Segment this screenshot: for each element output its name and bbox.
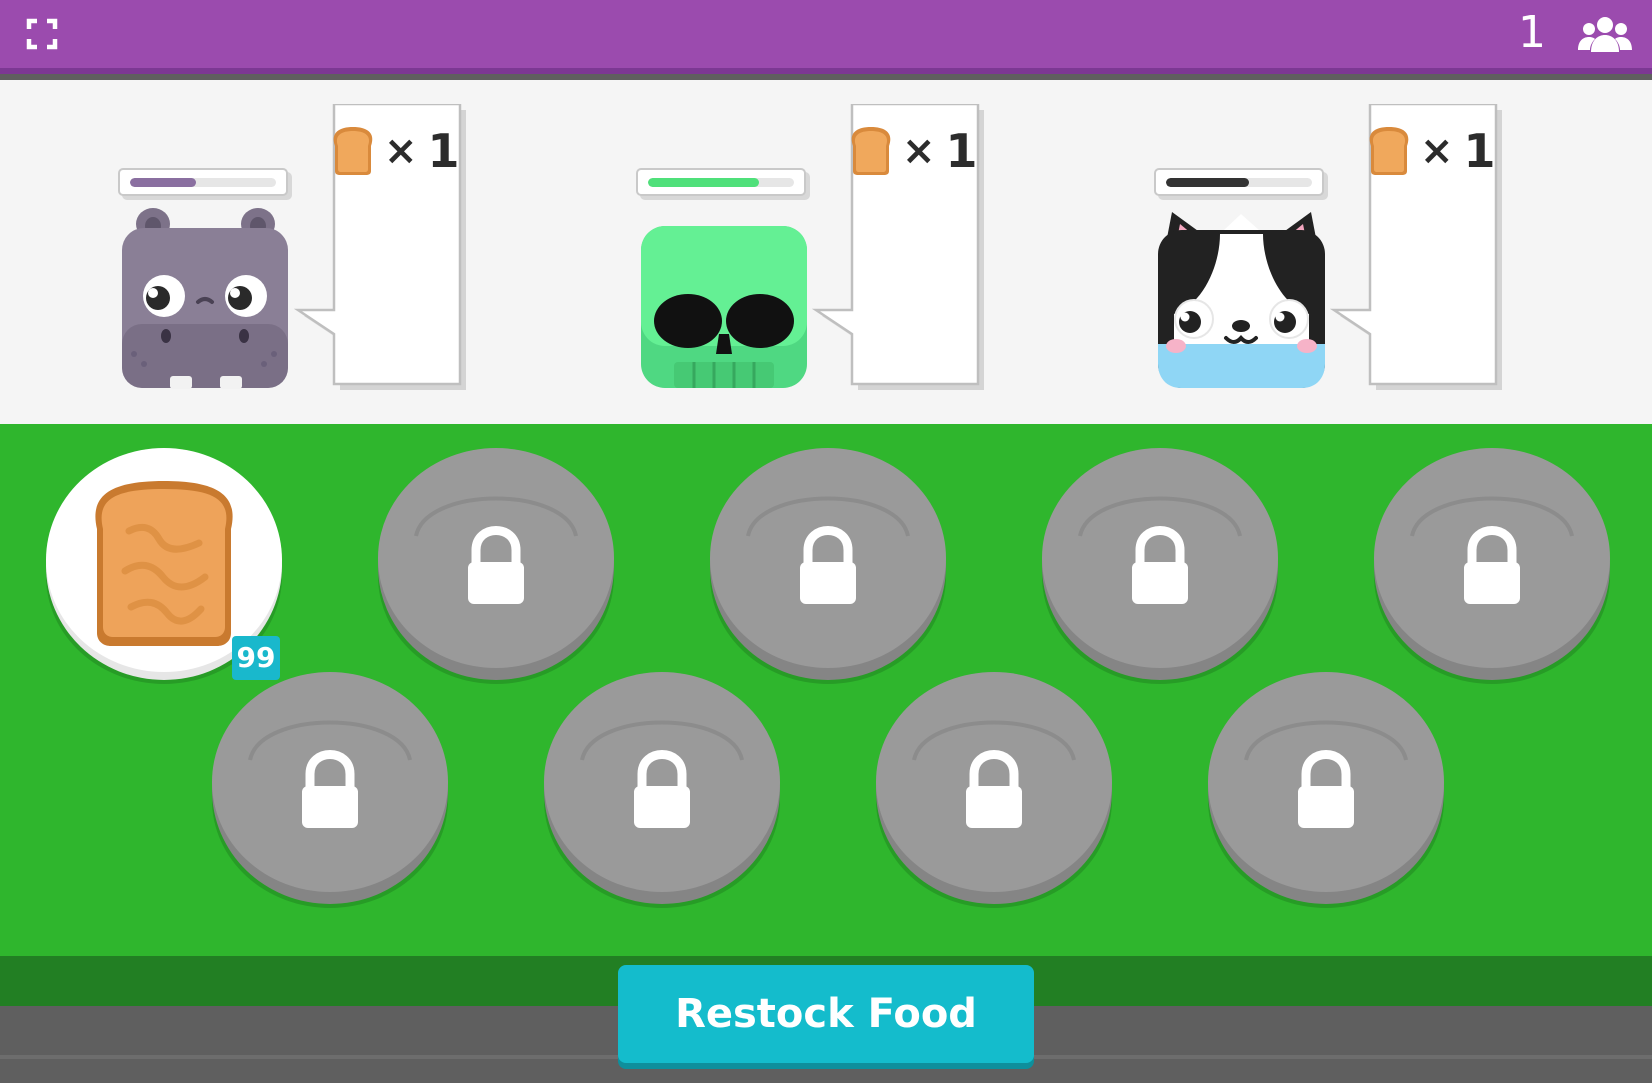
order-line: × 1 <box>330 124 460 178</box>
restock-food-button[interactable]: Restock Food <box>618 965 1034 1063</box>
order-times: × <box>1420 128 1454 174</box>
order-quantity: 1 <box>1463 124 1496 178</box>
locked-plate <box>876 672 1112 908</box>
order-times: × <box>384 128 418 174</box>
top-bar: 1 <box>0 0 1652 74</box>
order-quantity: 1 <box>427 124 460 178</box>
patience-meter <box>1154 168 1324 196</box>
locked-plate <box>1208 672 1444 908</box>
order-line: × 1 <box>848 124 978 178</box>
locked-plate <box>544 672 780 908</box>
customer-skull: × 1 <box>636 80 1036 424</box>
locked-plate <box>1374 448 1610 684</box>
users-icon <box>1578 17 1632 52</box>
order-line: × 1 <box>1366 124 1496 178</box>
patience-meter <box>118 168 288 196</box>
order-times: × <box>902 128 936 174</box>
patience-fill <box>130 178 196 187</box>
locked-plate <box>378 448 614 684</box>
locked-plate <box>710 448 946 684</box>
customer-area: × 1 × 1 × 1 <box>0 80 1652 424</box>
locked-plate <box>212 672 448 908</box>
patience-fill <box>1166 178 1250 187</box>
toast-icon <box>1369 127 1409 175</box>
skull-avatar <box>641 226 807 388</box>
customer-husky: × 1 <box>1154 80 1554 424</box>
fullscreen-icon[interactable] <box>26 18 58 50</box>
patience-meter <box>636 168 806 196</box>
locked-plate <box>1042 448 1278 684</box>
husky-avatar <box>1158 212 1325 388</box>
player-count: 1 <box>1518 7 1546 58</box>
toast-icon <box>95 481 233 646</box>
patience-fill <box>648 178 759 187</box>
toast-icon <box>333 127 373 175</box>
customer-hippo: × 1 <box>118 80 518 424</box>
toast-icon <box>851 127 891 175</box>
order-quantity: 1 <box>945 124 978 178</box>
hippo-avatar <box>122 208 288 389</box>
